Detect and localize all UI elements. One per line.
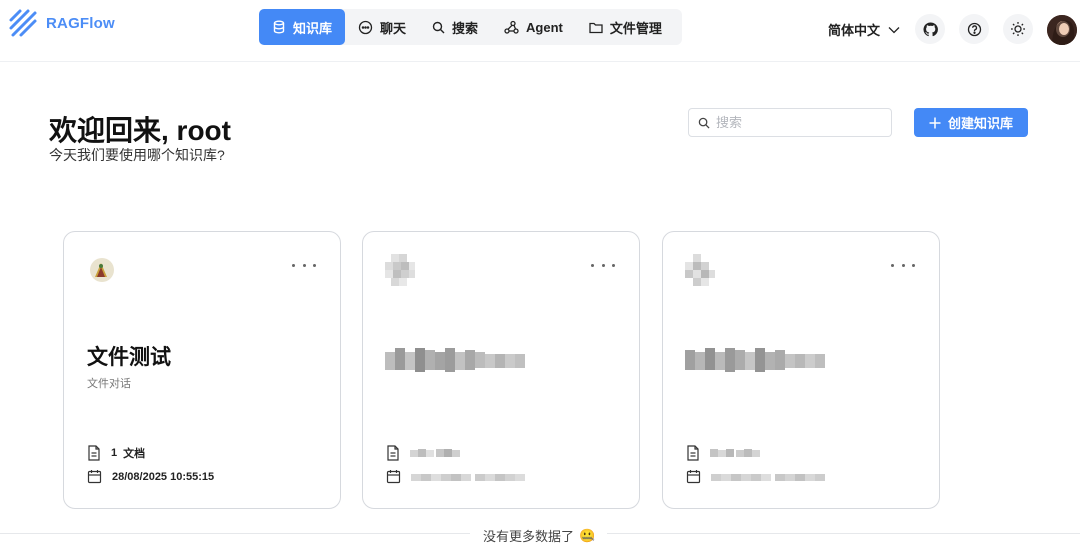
create-button-label: 创建知识库 bbox=[947, 116, 1013, 131]
knowledge-base-card[interactable] bbox=[662, 231, 940, 509]
zipper-mouth-emoji-icon: 🤐 bbox=[579, 527, 596, 543]
redacted-date bbox=[711, 473, 825, 481]
agent-icon bbox=[504, 20, 519, 34]
nav-item-search[interactable]: 搜索 bbox=[419, 9, 491, 45]
github-button[interactable] bbox=[915, 14, 945, 44]
document-icon bbox=[687, 445, 699, 461]
nav-item-chat[interactable]: 聊天 bbox=[345, 9, 419, 45]
no-more-data: 没有更多数据了 🤐 bbox=[483, 526, 595, 545]
redacted-avatar bbox=[685, 254, 715, 286]
plus-icon bbox=[929, 117, 941, 128]
knowledge-base-card[interactable]: 文件测试 文件对话 1 文档 28/08/2025 10:55:15 bbox=[63, 231, 341, 509]
nav-item-agent[interactable]: Agent bbox=[491, 9, 576, 45]
database-icon bbox=[273, 20, 285, 34]
card-description: 文件对话 bbox=[87, 378, 131, 390]
knowledge-base-card[interactable] bbox=[362, 231, 640, 509]
card-doc-count: 1 文档 bbox=[87, 445, 145, 461]
search-input[interactable] bbox=[716, 115, 876, 130]
redacted-doc-count bbox=[410, 449, 460, 457]
language-selector[interactable]: 简体中文 bbox=[828, 20, 900, 39]
nav-item-file-management[interactable]: 文件管理 bbox=[576, 9, 675, 45]
create-knowledge-base-button[interactable]: 创建知识库 bbox=[914, 108, 1028, 137]
card-doc-count bbox=[686, 445, 760, 461]
nav-label: 知识库 bbox=[293, 20, 333, 36]
doc-count-label: 文档 bbox=[123, 448, 146, 460]
calendar-icon bbox=[386, 470, 401, 484]
document-icon bbox=[387, 445, 399, 461]
redacted-avatar bbox=[385, 254, 415, 286]
redacted-title bbox=[385, 348, 525, 372]
search-icon bbox=[698, 117, 710, 129]
no-more-data-label: 没有更多数据了 bbox=[483, 529, 575, 544]
language-label: 简体中文 bbox=[828, 23, 881, 38]
redacted-title bbox=[685, 348, 825, 372]
footer-divider-left bbox=[0, 533, 470, 534]
card-doc-count bbox=[386, 445, 460, 461]
nav-label: 搜索 bbox=[452, 20, 479, 36]
github-icon bbox=[922, 21, 938, 36]
chat-icon bbox=[358, 20, 373, 34]
card-date: 28/08/2025 10:55:15 bbox=[87, 469, 214, 484]
sun-icon bbox=[1011, 22, 1025, 36]
help-icon bbox=[967, 22, 981, 36]
card-date-value: 28/08/2025 10:55:15 bbox=[112, 470, 215, 483]
redacted-date bbox=[411, 473, 525, 481]
logo[interactable]: RAGFlow bbox=[8, 8, 115, 38]
search-icon bbox=[432, 21, 445, 33]
knowledge-base-avatar bbox=[90, 258, 114, 282]
nav-label: 文件管理 bbox=[609, 20, 662, 36]
doc-count-value: 1 bbox=[111, 447, 118, 459]
main-nav: 知识库 聊天 搜索 Agent 文件管理 bbox=[259, 9, 682, 45]
user-avatar[interactable] bbox=[1047, 15, 1077, 45]
chevron-down-icon bbox=[888, 26, 900, 33]
top-header: RAGFlow 知识库 聊天 搜索 Agent 文件管理 简体中文 bbox=[0, 0, 1080, 62]
nav-item-knowledge-base[interactable]: 知识库 bbox=[259, 9, 346, 45]
calendar-icon bbox=[686, 470, 701, 484]
footer-divider-right bbox=[607, 533, 1080, 534]
card-more-button[interactable] bbox=[292, 260, 316, 270]
card-date bbox=[686, 469, 829, 484]
folder-icon bbox=[589, 22, 603, 33]
card-more-button[interactable] bbox=[891, 260, 915, 270]
welcome-subtitle: 今天我们要使用哪个知识库? bbox=[49, 147, 225, 163]
help-button[interactable] bbox=[959, 14, 989, 44]
nav-label: 聊天 bbox=[380, 20, 407, 36]
avatar-image bbox=[1047, 15, 1077, 45]
search-box bbox=[688, 108, 892, 137]
theme-toggle-button[interactable] bbox=[1003, 14, 1033, 44]
card-date bbox=[386, 469, 529, 484]
document-icon bbox=[88, 445, 100, 461]
card-title: 文件测试 bbox=[87, 346, 171, 369]
calendar-icon bbox=[87, 470, 102, 484]
nav-label: Agent bbox=[526, 19, 563, 35]
redacted-doc-count bbox=[710, 449, 760, 457]
ragflow-logo-icon bbox=[9, 9, 37, 37]
list-footer: 没有更多数据了 🤐 bbox=[0, 522, 1080, 546]
welcome-heading: 欢迎回来, root bbox=[49, 115, 231, 146]
card-more-button[interactable] bbox=[591, 260, 615, 270]
app-name: RAGFlow bbox=[46, 14, 115, 32]
